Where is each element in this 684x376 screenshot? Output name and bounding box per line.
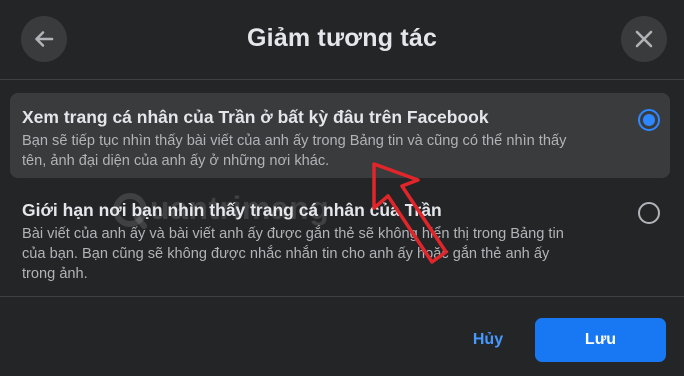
option-description: Bài viết của anh ấy và bài viết anh ấy đ… — [22, 224, 610, 284]
option-description-line: của bạn. Bạn cũng sẽ không được nhắc nhắ… — [22, 246, 550, 262]
cancel-button[interactable]: Hủy — [462, 318, 514, 362]
radio-button-unselected[interactable] — [638, 202, 660, 224]
radio-button-selected[interactable] — [638, 109, 660, 131]
header-divider — [0, 79, 684, 80]
option-see-profile-anywhere[interactable]: Xem trang cá nhân của Trần ở bất kỳ đâu … — [10, 93, 670, 178]
option-description-line: Bài viết của anh ấy và bài viết anh ấy đ… — [22, 226, 564, 242]
option-title: Xem trang cá nhân của Trần ở bất kỳ đâu … — [22, 107, 489, 127]
save-button[interactable]: Lưu — [535, 318, 666, 362]
option-title: Giới hạn nơi bạn nhìn thấy trang cá nhân… — [22, 200, 442, 220]
option-description-line: Bạn sẽ tiếp tục nhìn thấy bài viết của a… — [22, 133, 567, 149]
option-description-line: trong ảnh. — [22, 266, 88, 282]
dialog-header: Giảm tương tác — [0, 0, 684, 80]
close-icon — [635, 30, 653, 48]
close-button[interactable] — [621, 16, 667, 62]
footer-divider — [0, 296, 684, 297]
radio-dot — [643, 114, 655, 126]
option-limit-profile-visibility[interactable]: Giới hạn nơi bạn nhìn thấy trang cá nhân… — [10, 186, 670, 282]
option-description-line: tên, ảnh đại diện của anh ấy ở những nơi… — [22, 153, 330, 169]
option-description: Bạn sẽ tiếp tục nhìn thấy bài viết của a… — [22, 131, 610, 171]
reduce-interaction-dialog: Giảm tương tác Xem trang cá nhân của Trầ… — [0, 0, 684, 376]
dialog-title: Giảm tương tác — [246, 24, 438, 52]
